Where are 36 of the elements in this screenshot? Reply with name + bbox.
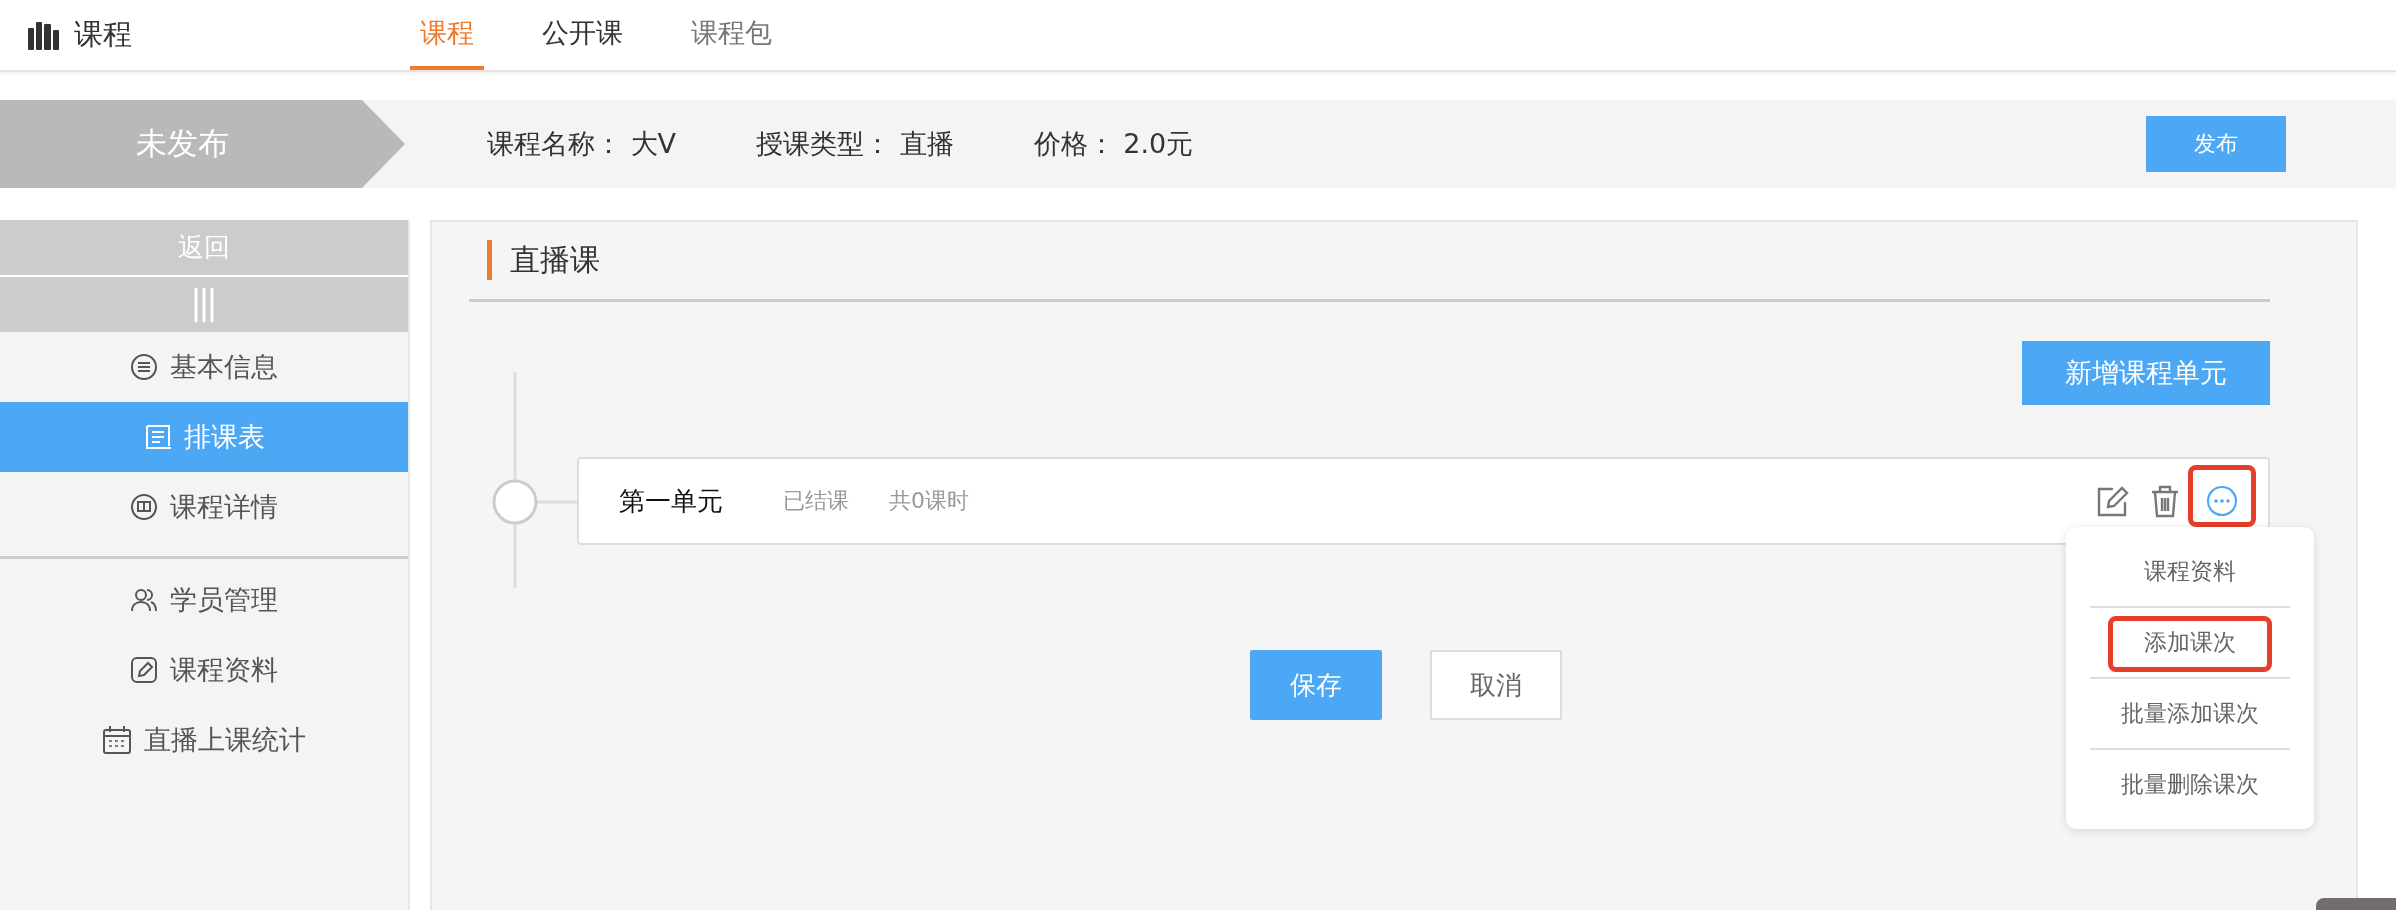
book-circle-icon (130, 493, 158, 521)
edit-icon (2096, 485, 2130, 517)
more-button[interactable] (2206, 485, 2238, 517)
pencil-square-icon (130, 656, 158, 684)
books-icon (28, 20, 60, 50)
collapse-handle[interactable] (0, 277, 408, 332)
users-icon (130, 586, 158, 614)
sidebar-item[interactable]: 基本信息 (0, 332, 408, 402)
menu-item[interactable]: 批量删除课次 (2105, 761, 2275, 808)
unit-status: 已结课 (783, 487, 849, 515)
menu-item[interactable]: 批量添加课次 (2105, 690, 2275, 737)
section-title: 直播课 (487, 240, 2270, 280)
sidebar-item[interactable]: 学员管理 (0, 565, 408, 635)
menu-item[interactable]: 课程资料 (2128, 548, 2252, 595)
status-ribbon: 未发布 (0, 100, 405, 188)
sidebar-item[interactable]: 直播上课统计 (0, 705, 408, 775)
sidebar-item[interactable]: 课程详情 (0, 472, 408, 542)
nav-tab[interactable]: 公开课 (532, 0, 633, 70)
document-icon (143, 423, 172, 451)
delete-button[interactable] (2150, 484, 2180, 518)
lesson-count: 共0课时 (889, 487, 969, 515)
course-field: 课程名称： 大V (487, 126, 677, 162)
more-icon (2206, 485, 2238, 517)
sidebar-item[interactable]: 课程资料 (0, 635, 408, 705)
trash-icon (2150, 484, 2180, 518)
grip-icon (193, 285, 215, 324)
course-field: 价格： 2.0元 (1033, 126, 1194, 162)
menu-item[interactable]: 添加课次 (2128, 619, 2252, 666)
nav-tab[interactable]: 课程包 (681, 0, 782, 70)
cancel-button[interactable]: 取消 (1429, 650, 1562, 720)
course-field: 授课类型： 直播 (756, 126, 954, 162)
list-circle-icon (130, 353, 158, 381)
unit-name: 第一单元 (619, 484, 723, 518)
app-title: 课程 (74, 16, 132, 53)
calendar-icon (102, 725, 132, 755)
edit-button[interactable] (2096, 485, 2130, 517)
